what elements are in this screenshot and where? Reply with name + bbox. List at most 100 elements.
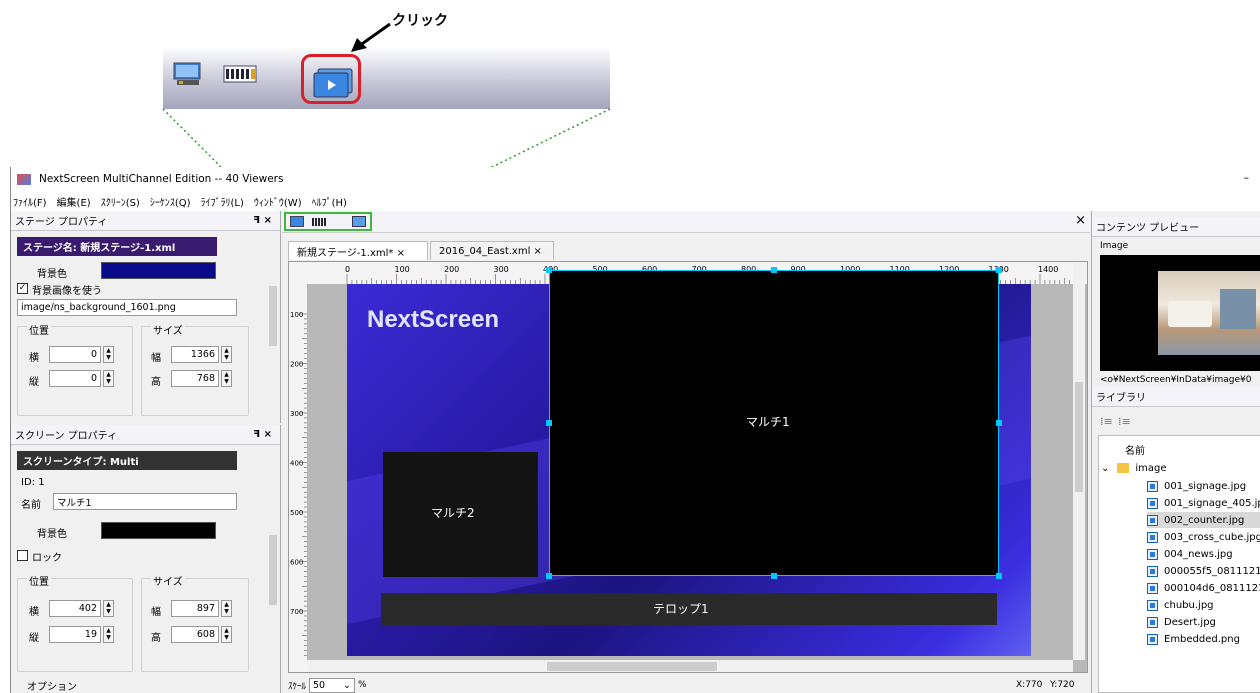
screen-w-field[interactable]: 897 — [171, 600, 219, 617]
stage-x-field[interactable]: 0 — [49, 346, 101, 363]
stage-properties-header: ステージ プロパティ ꟻ × — [11, 211, 280, 231]
minimize-button[interactable]: – — [1244, 171, 1250, 184]
resize-handle[interactable] — [771, 573, 777, 579]
library-file-name: 002_counter.jpg — [1164, 514, 1245, 526]
screen-name-field[interactable]: マルチ1 — [53, 493, 237, 510]
multi2-screen[interactable]: マルチ2 — [383, 452, 538, 577]
stage-canvas[interactable]: 0100200300400500600700800900100011001200… — [288, 261, 1088, 673]
library-file-name: Embedded.png — [1164, 633, 1240, 645]
stage-view-icon[interactable] — [290, 216, 304, 227]
screen-name-label: 名前 — [21, 500, 41, 511]
screen-x-field[interactable]: 402 — [49, 600, 101, 617]
library-file-row[interactable]: Desert.jpg — [1147, 614, 1216, 630]
list-view-icon[interactable]: ⁞≡ — [1100, 415, 1113, 428]
resize-handle[interactable] — [996, 573, 1002, 579]
tab-east[interactable]: 2016_04_East.xml × — [430, 241, 554, 260]
library-file-row[interactable]: 001_signage_405.jpg — [1147, 495, 1260, 511]
use-bg-image-checkbox[interactable]: ✓ — [17, 283, 28, 294]
stage-h-spinner[interactable]: ▲ ▼ — [221, 370, 232, 387]
lock-checkbox[interactable] — [17, 550, 28, 561]
ruler-label: 300 — [494, 265, 509, 274]
folder-row-image[interactable]: ⌄ image — [1101, 460, 1167, 476]
image-file-icon — [1147, 565, 1158, 577]
screen-bg-color-swatch[interactable] — [101, 522, 216, 539]
bg-image-path-field[interactable]: image/ns_background_1601.png — [17, 299, 237, 316]
stage-w-spinner[interactable]: ▲ ▼ — [221, 346, 232, 363]
stage-w-field[interactable]: 1366 — [171, 346, 219, 363]
library-file-row[interactable]: 003_cross_cube.jpg — [1147, 529, 1260, 545]
preview-image — [1100, 255, 1260, 371]
screen-properties-panel: スクリーン プロパティ ꟻ × スクリーンタイプ: Multi ID: 1 名前… — [11, 425, 281, 693]
ruler-label: 200 — [444, 265, 459, 274]
menu-sequence[interactable]: ｼｰｹﾝｽ(Q) — [150, 194, 191, 209]
scale-select[interactable]: 50 ⌄ — [309, 677, 356, 693]
resize-handle[interactable] — [996, 267, 1002, 273]
telop-label: テロップ1 — [653, 602, 709, 616]
multi1-screen[interactable]: マルチ1 — [549, 270, 999, 576]
ruler-label: 300 — [290, 410, 303, 418]
library-file-row[interactable]: 002_counter.jpg — [1147, 512, 1260, 528]
tree-view-icon[interactable]: ⁞≡ — [1118, 415, 1131, 428]
screen-size-group — [141, 578, 249, 672]
resize-handle[interactable] — [771, 267, 777, 273]
menu-window[interactable]: ｳｨﾝﾄﾞｳ(W) — [254, 194, 302, 209]
stage-size-label: サイズ — [151, 322, 185, 337]
toolbar-highlight — [284, 212, 372, 231]
use-bg-image-label: 背景画像を使う — [32, 286, 102, 297]
menu-edit[interactable]: 編集(E) — [57, 194, 91, 209]
image-file-icon — [1147, 599, 1158, 611]
tab-new-stage[interactable]: 新規ステージ-1.xml* × — [288, 241, 428, 260]
menu-screen[interactable]: ｽｸﾘｰﾝ(S) — [101, 194, 140, 209]
ruler-label: 200 — [290, 361, 303, 369]
library-name-column: 名前 — [1125, 446, 1145, 457]
resize-handle[interactable] — [546, 573, 552, 579]
stage-bg-color-label: 背景色 — [37, 269, 67, 280]
stage-panel-scrollbar[interactable] — [267, 231, 279, 421]
screen-h-label: 高 — [151, 633, 161, 644]
pin-close-icon[interactable]: ꟻ × — [253, 429, 272, 440]
telop-screen[interactable]: テロップ1 — [381, 593, 997, 625]
resize-handle[interactable] — [996, 420, 1002, 426]
stage-properties-panel: ステージ プロパティ ꟻ × ステージ名: 新規ステージ-1.xml 背景色 ✓… — [11, 211, 281, 423]
ruler-label: 100 — [395, 265, 410, 274]
library-file-row[interactable]: 000104d6_081112120 — [1147, 580, 1260, 596]
stage-y-label: 縦 — [29, 377, 39, 388]
image-file-icon — [1147, 633, 1158, 645]
canvas-vscroll[interactable] — [1073, 262, 1085, 660]
image-file-icon — [1147, 514, 1158, 526]
resize-handle[interactable] — [546, 420, 552, 426]
timeline-icon[interactable] — [312, 218, 326, 226]
library-file-row[interactable]: 001_signage.jpg — [1147, 478, 1246, 494]
screen-type-bar: スクリーンタイプ: Multi — [17, 451, 237, 470]
pin-close-icon[interactable]: ꟻ × — [253, 215, 272, 226]
screen-panel-scrollbar[interactable] — [267, 445, 279, 693]
screen-y-spinner[interactable]: ▲ ▼ — [103, 626, 114, 643]
preview-icon[interactable] — [352, 216, 366, 227]
stage-x-label: 横 — [29, 353, 39, 364]
library-file-row[interactable]: Embedded.png — [1147, 631, 1240, 647]
stage-y-spinner[interactable]: ▲ ▼ — [103, 370, 114, 387]
canvas-hscroll[interactable] — [307, 660, 1073, 672]
options-label: オプション — [27, 682, 77, 693]
screen-h-field[interactable]: 608 — [171, 626, 219, 643]
menu-library[interactable]: ﾗｲﾌﾞﾗﾘ(L) — [201, 194, 244, 209]
stage-x-spinner[interactable]: ▲ ▼ — [103, 346, 114, 363]
screen-y-label: 縦 — [29, 633, 39, 644]
menu-help[interactable]: ﾍﾙﾌﾟ(H) — [312, 194, 347, 209]
library-file-row[interactable]: chubu.jpg — [1147, 597, 1214, 613]
screen-w-spinner[interactable]: ▲ ▼ — [221, 600, 232, 617]
folder-icon — [1117, 463, 1130, 473]
resize-handle[interactable] — [546, 267, 552, 273]
library-file-row[interactable]: 000055f5_081112120 — [1147, 563, 1260, 579]
library-list: 名前 ⌄ image 001_signage.jpg 001_signage_40… — [1098, 435, 1260, 693]
screen-h-spinner[interactable]: ▲ ▼ — [221, 626, 232, 643]
library-file-row[interactable]: 004_news.jpg — [1147, 546, 1233, 562]
stage-bg-color-swatch[interactable] — [101, 262, 216, 279]
menu-file[interactable]: ﾌｧｲﾙ(F) — [13, 194, 47, 209]
screen-x-spinner[interactable]: ▲ ▼ — [103, 600, 114, 617]
stage-h-field[interactable]: 768 — [171, 370, 219, 387]
stage-y-field[interactable]: 0 — [49, 370, 101, 387]
app-window: NextScreen MultiChannel Edition -- 40 Vi… — [10, 167, 1260, 693]
screen-y-field[interactable]: 19 — [49, 626, 101, 643]
editor-close-icon[interactable]: × — [1075, 213, 1086, 228]
